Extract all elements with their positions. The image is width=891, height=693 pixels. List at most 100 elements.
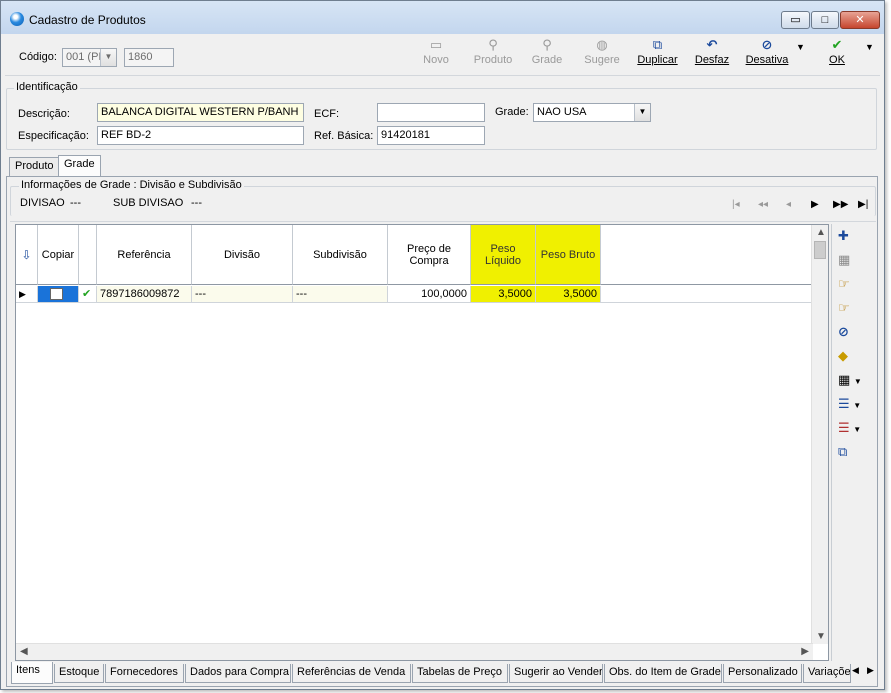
delete-row-icon[interactable]: ▦ bbox=[838, 250, 864, 270]
descricao-field[interactable]: BALANCA DIGITAL WESTERN P/BANH bbox=[97, 103, 304, 122]
subdivisao-value: --- bbox=[191, 197, 202, 209]
empty-cell bbox=[601, 286, 813, 303]
divisao-label: DIVISAO bbox=[20, 197, 65, 209]
deactivate-icon[interactable]: ⊘ bbox=[838, 322, 864, 342]
copiar-checkbox[interactable] bbox=[50, 288, 63, 300]
tab-scroll-left-icon[interactable]: ◀ bbox=[852, 665, 859, 676]
new-icon: ▭ bbox=[429, 37, 443, 52]
especificacao-field[interactable]: REF BD-2 bbox=[97, 126, 304, 145]
column-header-peso-bruto[interactable]: Peso Bruto bbox=[536, 225, 601, 285]
check-icon: ✔ bbox=[79, 286, 97, 303]
suggest-icon: ◍ bbox=[596, 37, 608, 52]
column-header-subdivisao[interactable]: Subdivisão bbox=[293, 225, 388, 285]
suggest-button[interactable]: ◍ Sugere bbox=[582, 36, 622, 72]
minimize-button[interactable]: ▭ bbox=[781, 11, 810, 29]
deactivate-icon: ⊘ bbox=[761, 37, 773, 52]
diamond-icon[interactable]: ◆ bbox=[838, 346, 864, 366]
prior-record-icon[interactable]: ◂ bbox=[786, 199, 791, 210]
chevron-down-icon[interactable]: ▼ bbox=[796, 42, 805, 52]
maximize-button[interactable]: □ bbox=[811, 11, 839, 29]
close-button[interactable]: ✕ bbox=[840, 11, 880, 29]
first-record-icon[interactable]: |◂ bbox=[732, 199, 740, 210]
divisao-cell[interactable]: --- bbox=[192, 286, 293, 303]
sort-column-header[interactable]: ⇩ bbox=[16, 225, 38, 285]
ref-basica-field[interactable]: 91420181 bbox=[377, 126, 485, 145]
row-indicator-icon: ▶ bbox=[16, 286, 38, 303]
ok-button[interactable]: ✔ OK bbox=[823, 36, 851, 72]
scroll-down-icon[interactable]: ▼ bbox=[816, 631, 826, 642]
status-column-header bbox=[79, 225, 97, 285]
ecf-field[interactable] bbox=[377, 103, 485, 122]
tab-referencias-venda[interactable]: Referências de Venda bbox=[292, 664, 411, 683]
tab-produto[interactable]: Produto bbox=[9, 157, 60, 176]
chevron-down-icon[interactable]: ▼ bbox=[634, 104, 650, 121]
tab-grade[interactable]: Grade bbox=[58, 155, 101, 176]
grade-info-title: Informações de Grade : Divisão e Subdivi… bbox=[19, 179, 244, 191]
grade-search-button[interactable]: ⚲ Grade bbox=[528, 36, 566, 72]
horizontal-scrollbar[interactable]: ◀ ▶ bbox=[16, 643, 813, 660]
layout-icon[interactable]: ▦ ▼ bbox=[838, 370, 864, 390]
check-icon: ✔ bbox=[831, 37, 843, 52]
ecf-label: ECF: bbox=[314, 108, 340, 120]
column-header-preco-compra[interactable]: Preço de Compra bbox=[388, 225, 471, 285]
add-row-icon[interactable]: ✚ bbox=[838, 226, 864, 246]
deactivate-button[interactable]: ⊘ Desativa bbox=[743, 36, 791, 72]
next-record-icon[interactable]: ▶ bbox=[811, 199, 819, 210]
tab-obs-item-grade[interactable]: Obs. do Item de Grade bbox=[604, 664, 722, 683]
tab-variacoes[interactable]: Variaçõe bbox=[803, 664, 851, 683]
tab-estoque[interactable]: Estoque bbox=[54, 664, 104, 683]
codigo-number-field[interactable]: 1860 bbox=[124, 48, 174, 67]
column-header-divisao[interactable]: Divisão bbox=[192, 225, 293, 285]
move-down-icon[interactable]: ☞ bbox=[838, 274, 864, 294]
chevron-down-icon[interactable]: ▼ bbox=[100, 49, 116, 66]
sort-icon: ⇩ bbox=[21, 247, 32, 262]
scroll-left-icon[interactable]: ◀ bbox=[20, 646, 28, 657]
column-header-peso-liquido[interactable]: Peso Líquido bbox=[471, 225, 536, 285]
chevron-down-icon[interactable]: ▼ bbox=[865, 42, 874, 52]
column-header-referencia[interactable]: Referência bbox=[97, 225, 192, 285]
product-search-button[interactable]: ⚲ Produto bbox=[471, 36, 515, 72]
grade-select[interactable]: NAO USA ▼ bbox=[533, 103, 651, 122]
tab-scroll-right-icon[interactable]: ▶ bbox=[867, 665, 874, 676]
codigo-label: Código: bbox=[19, 51, 57, 63]
list-icon[interactable]: ☰ ▼ bbox=[838, 394, 864, 414]
tab-itens[interactable]: Itens bbox=[11, 662, 53, 684]
subdivisao-cell[interactable]: --- bbox=[293, 286, 388, 303]
window-title: Cadastro de Produtos bbox=[29, 13, 146, 27]
duplicate-icon: ⧉ bbox=[652, 37, 663, 52]
vertical-scrollbar[interactable]: ▲ ▼ bbox=[811, 225, 828, 644]
preco-compra-cell[interactable]: 100,0000 bbox=[388, 286, 471, 303]
last-record-icon[interactable]: ▶| bbox=[858, 199, 868, 210]
column-header-copiar[interactable]: Copiar bbox=[38, 225, 79, 285]
copy-icon[interactable]: ⧉ bbox=[838, 442, 864, 462]
especificacao-label: Especificação: bbox=[18, 130, 89, 142]
scroll-thumb[interactable] bbox=[814, 241, 826, 259]
peso-bruto-cell[interactable]: 3,5000 bbox=[536, 286, 601, 303]
prior-page-icon[interactable]: ◂◂ bbox=[758, 199, 768, 210]
tab-personalizado[interactable]: Personalizado bbox=[723, 664, 802, 683]
scroll-right-icon[interactable]: ▶ bbox=[801, 646, 809, 657]
list-alt-icon[interactable]: ☰ ▼ bbox=[838, 418, 864, 438]
tab-sugerir-vender[interactable]: Sugerir ao Vender bbox=[509, 664, 603, 683]
copiar-cell[interactable] bbox=[38, 286, 79, 303]
scroll-up-icon[interactable]: ▲ bbox=[816, 227, 826, 238]
product-registration-window: Cadastro de Produtos ▭ □ ✕ Código: 001 (… bbox=[0, 0, 885, 690]
search-icon: ⚲ bbox=[542, 37, 552, 52]
tab-fornecedores[interactable]: Fornecedores bbox=[105, 664, 184, 683]
undo-button[interactable]: ↶ Desfaz bbox=[692, 36, 732, 72]
next-page-icon[interactable]: ▶▶ bbox=[833, 199, 848, 210]
toolbar-separator bbox=[5, 75, 880, 76]
move-up-icon[interactable]: ☞ bbox=[838, 298, 864, 318]
tab-tabelas-preco[interactable]: Tabelas de Preço bbox=[412, 664, 508, 683]
title-bar[interactable]: Cadastro de Produtos ▭ □ ✕ bbox=[1, 1, 884, 34]
new-button[interactable]: ▭ Novo bbox=[419, 36, 453, 72]
ref-basica-label: Ref. Básica: bbox=[314, 130, 374, 142]
codigo-combo[interactable]: 001 (PI ▼ bbox=[62, 48, 117, 67]
subdivisao-label: SUB DIVISAO bbox=[113, 197, 184, 209]
duplicate-button[interactable]: ⧉ Duplicar bbox=[635, 36, 680, 72]
identification-group-title: Identificação bbox=[14, 81, 80, 93]
tab-dados-compra[interactable]: Dados para Compra bbox=[185, 664, 291, 683]
items-grid[interactable]: ⇩ Copiar Referência Divisão Subdivisão P… bbox=[15, 224, 829, 661]
referencia-cell[interactable]: 7897186009872 bbox=[97, 286, 192, 303]
peso-liquido-cell[interactable]: 3,5000 bbox=[471, 286, 536, 303]
